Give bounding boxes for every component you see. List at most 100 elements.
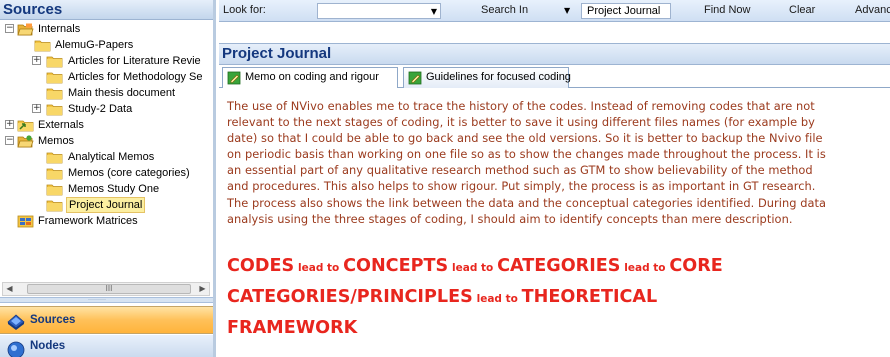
- nav-pane-splitter[interactable]: ·········: [0, 297, 213, 303]
- tree-item-label: Memos (core categories): [68, 167, 190, 179]
- heading-lead-to: lead to: [452, 262, 494, 274]
- body-line: and procedures. This also helps to show …: [227, 179, 816, 194]
- folder-open-icon: [17, 23, 34, 36]
- tree-item-memos[interactable]: − Memos: [0, 133, 213, 149]
- scroll-right-icon[interactable]: ▶: [196, 283, 209, 295]
- framework-matrix-icon: [17, 215, 34, 228]
- tree-item-label: AlemuG-Papers: [55, 39, 134, 51]
- heading-line-1: CODES lead to CONCEPTS lead to CATEGORIE…: [227, 252, 887, 283]
- tree-item-articles-literature[interactable]: + Articles for Literature Revie: [0, 53, 213, 69]
- tree-item-label: Internals: [38, 23, 81, 35]
- tree-item-analytical-memos[interactable]: Analytical Memos: [0, 149, 213, 165]
- body-line: The use of NVivo enables me to trace the…: [227, 99, 815, 113]
- tree-item-internals[interactable]: − Internals: [0, 21, 213, 37]
- folder-icon: [46, 200, 63, 212]
- tree-item-alemug-papers[interactable]: AlemuG-Papers: [0, 37, 213, 53]
- heading-core-categories: CATEGORIES/PRINCIPLES: [227, 287, 473, 307]
- tree-item-framework-matrices[interactable]: Framework Matrices: [0, 213, 213, 229]
- folder-icon: [46, 104, 63, 116]
- sources-icon: [7, 314, 25, 330]
- tree-item-project-journal[interactable]: Project Journal: [0, 197, 213, 213]
- tree-item-study-2-data[interactable]: + Study-2 Data: [0, 101, 213, 117]
- heading-lead-to: lead to: [624, 262, 666, 274]
- tree-item-label: Project Journal: [66, 197, 146, 213]
- nav-pane-title: Sources: [3, 1, 63, 18]
- heading-line-2: CATEGORIES/PRINCIPLES lead to THEORETICA…: [227, 283, 887, 314]
- folder-icon: [46, 72, 63, 84]
- tab-label: Guidelines for focused coding: [426, 71, 571, 83]
- navigation-pane: Sources − Internals AlemuG-Papers + Arti…: [0, 0, 216, 357]
- tree-item-articles-methodology[interactable]: Articles for Methodology Se: [0, 69, 213, 85]
- content-title: Project Journal: [222, 45, 332, 62]
- search-in-value: Project Journal: [587, 5, 661, 17]
- memo-icon: [227, 71, 241, 85]
- document-tabstrip: Memo on coding and rigour Guidelines for…: [219, 66, 890, 89]
- find-toolbar: Look for: ▼ Search In ▼ Project Journal …: [219, 0, 890, 22]
- search-in-field[interactable]: Project Journal: [581, 3, 671, 19]
- folder-icon: [46, 168, 63, 180]
- search-in-button[interactable]: Search In: [481, 4, 528, 16]
- look-for-input[interactable]: ▼: [317, 3, 441, 19]
- splitter-grip-icon: ·········: [88, 297, 106, 303]
- nav-button-sources[interactable]: Sources: [0, 306, 213, 334]
- tree-item-label: Framework Matrices: [38, 215, 138, 227]
- heading-line-3: FRAMEWORK: [227, 314, 887, 344]
- body-line: date) so that I could be able to go back…: [227, 131, 823, 146]
- body-line: The process also shows the link between …: [227, 195, 827, 210]
- tab-memo-on-coding[interactable]: Memo on coding and rigour: [222, 67, 398, 89]
- nodes-icon: [7, 341, 25, 357]
- body-line: relevant to the next stages of coding, i…: [227, 115, 815, 130]
- tree-item-memos-core-categories[interactable]: Memos (core categories): [0, 165, 213, 181]
- heading-categories: CATEGORIES: [497, 256, 621, 276]
- tree-item-label: Memos Study One: [68, 183, 160, 195]
- memo-body-text: The use of NVivo enables me to trace the…: [227, 98, 889, 227]
- tab-label: Memo on coding and rigour: [245, 71, 379, 83]
- clear-button[interactable]: Clear: [789, 4, 815, 16]
- heading-codes: CODES: [227, 256, 295, 276]
- scroll-left-icon[interactable]: ◀: [3, 283, 16, 295]
- memo-icon: [408, 71, 422, 85]
- heading-framework: FRAMEWORK: [227, 318, 358, 338]
- memo-document[interactable]: The use of NVivo enables me to trace the…: [219, 88, 890, 357]
- folder-external-icon: [17, 120, 34, 132]
- scrollbar-thumb[interactable]: III: [27, 284, 191, 294]
- find-now-button[interactable]: Find Now: [704, 4, 750, 16]
- folder-icon: [46, 184, 63, 196]
- search-in-dropdown-icon[interactable]: ▼: [564, 3, 570, 19]
- body-line: an essential part of any qualitative res…: [227, 163, 813, 178]
- tree-item-label: Externals: [38, 119, 84, 131]
- folder-icon: [46, 56, 63, 68]
- tree-item-label: Articles for Methodology Se: [68, 71, 203, 83]
- content-header: Project Journal: [219, 43, 890, 65]
- collapse-icon[interactable]: −: [5, 136, 14, 145]
- heading-theoretical: THEORETICAL: [521, 287, 658, 307]
- tree-item-externals[interactable]: + Externals: [0, 117, 213, 133]
- folder-icon: [46, 152, 63, 164]
- source-tree: − Internals AlemuG-Papers + Articles for: [0, 21, 213, 276]
- nav-button-label: Nodes: [30, 340, 66, 352]
- tree-horizontal-scrollbar[interactable]: ◀ III ▶: [2, 282, 210, 296]
- look-for-label: Look for:: [223, 4, 266, 16]
- heading-core: CORE: [669, 256, 723, 276]
- heading-lead-to: lead to: [298, 262, 340, 274]
- folder-icon: [46, 88, 63, 100]
- expand-icon[interactable]: +: [32, 104, 41, 113]
- tree-item-memos-study-one[interactable]: Memos Study One: [0, 181, 213, 197]
- folder-memo-icon: [17, 135, 34, 148]
- nav-button-nodes[interactable]: Nodes: [0, 335, 213, 357]
- tab-guidelines-focused-coding[interactable]: Guidelines for focused coding: [403, 67, 571, 88]
- heading-lead-to: lead to: [476, 293, 518, 305]
- expand-icon[interactable]: +: [32, 56, 41, 65]
- tree-item-label: Main thesis document: [68, 87, 175, 99]
- advanced-find-button[interactable]: Advanc: [855, 4, 890, 16]
- body-line: on periodic basis than working on one fi…: [227, 147, 826, 162]
- chevron-down-icon[interactable]: ▼: [431, 5, 437, 18]
- heading-concepts: CONCEPTS: [343, 256, 449, 276]
- memo-heading: CODES lead to CONCEPTS lead to CATEGORIE…: [227, 252, 887, 344]
- collapse-icon[interactable]: −: [5, 24, 14, 33]
- nav-button-label: Sources: [30, 314, 76, 326]
- tree-item-main-thesis[interactable]: Main thesis document: [0, 85, 213, 101]
- expand-icon[interactable]: +: [5, 120, 14, 129]
- body-line: analysis using the three stages of codin…: [227, 211, 793, 226]
- tree-item-label: Memos: [38, 135, 75, 147]
